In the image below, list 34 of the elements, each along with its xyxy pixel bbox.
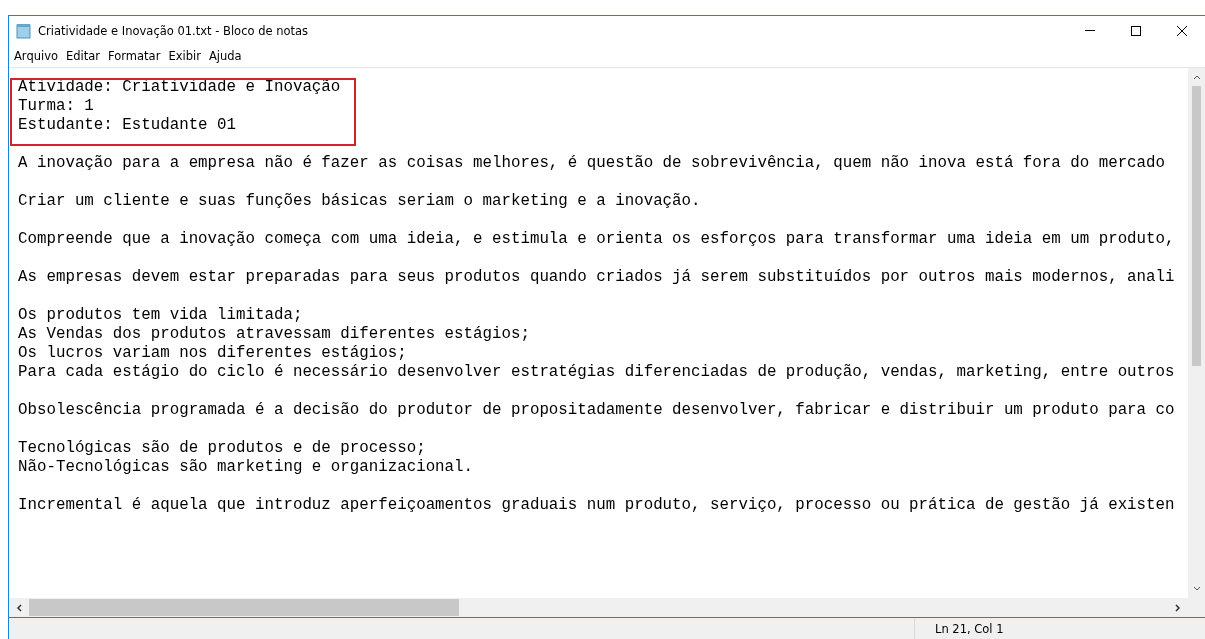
text-line: Turma: 1 bbox=[18, 97, 94, 115]
text-line: As empresas devem estar preparadas para seus produtos quando criados já serem substituídos por outros mais modernos, anali bbox=[18, 268, 1175, 286]
text-line: Compreende que a inovação começa com uma ideia, e estimula e orienta os esforços para transformar uma ideia em um produto, bbox=[18, 230, 1175, 248]
notepad-icon bbox=[16, 22, 32, 39]
text-line: Criar um cliente e suas funções básicas seriam o marketing e a inovação. bbox=[18, 192, 701, 210]
scroll-down-icon[interactable] bbox=[1191, 585, 1202, 593]
horizontal-scrollbar[interactable] bbox=[9, 598, 1205, 618]
scroll-thumb[interactable] bbox=[1192, 86, 1201, 366]
menu-item[interactable]: Ajuda bbox=[206, 47, 247, 65]
text-line: Os lucros variam nos diferentes estágios; bbox=[18, 344, 407, 362]
text-line: Não-Tecnológicas são marketing e organizacional. bbox=[18, 458, 474, 476]
scroll-up-icon[interactable] bbox=[1191, 73, 1202, 81]
text-line: A inovação para a empresa não é fazer as coisas melhores, é questão de sobrevivência, quem não inova está fora do mercado bbox=[18, 154, 1166, 172]
scroll-thumb[interactable] bbox=[29, 599, 459, 616]
menu-item[interactable]: Arquivo bbox=[12, 47, 64, 65]
scroll-left-icon[interactable] bbox=[15, 602, 23, 613]
text-line: Para cada estágio do ciclo é necessário desenvolver estratégias diferenciadas de produção, vendas, marketing, entre outros bbox=[18, 363, 1175, 381]
text-line: As Vendas dos produtos atravessam diferentes estágios; bbox=[18, 325, 530, 343]
window-title: Criatividade e Inovação 01.txt - Bloco de notas bbox=[38, 23, 310, 38]
text-line: Estudante: Estudante 01 bbox=[18, 116, 237, 134]
scroll-right-icon[interactable] bbox=[1174, 602, 1182, 613]
text-line: Os produtos tem vida limitada; bbox=[18, 306, 303, 324]
close-icon bbox=[1176, 24, 1188, 37]
maximize-icon bbox=[1130, 24, 1142, 37]
menu-item[interactable]: Formatar bbox=[106, 47, 166, 65]
text-line: Atividade: Criatividade e Inovação bbox=[18, 78, 341, 96]
text-line: Tecnológicas são de produtos e de processo; bbox=[18, 439, 426, 457]
minimize-icon bbox=[1085, 30, 1095, 31]
text-line: Incremental é aquela que introduz aperfeiçoamentos graduais num produto, serviço, processo ou prática de gestão já existen bbox=[18, 496, 1175, 514]
menu-item[interactable]: Editar bbox=[64, 47, 106, 65]
text-line: Obsolescência programada é a decisão do produtor de propositadamente desenvolver, fabricar e distribuir um produto para co bbox=[18, 401, 1175, 419]
vertical-scrollbar[interactable] bbox=[1188, 68, 1205, 598]
menu-item[interactable]: Exibir bbox=[166, 47, 206, 65]
cursor-position: Ln 21, Col 1 bbox=[934, 621, 1004, 636]
